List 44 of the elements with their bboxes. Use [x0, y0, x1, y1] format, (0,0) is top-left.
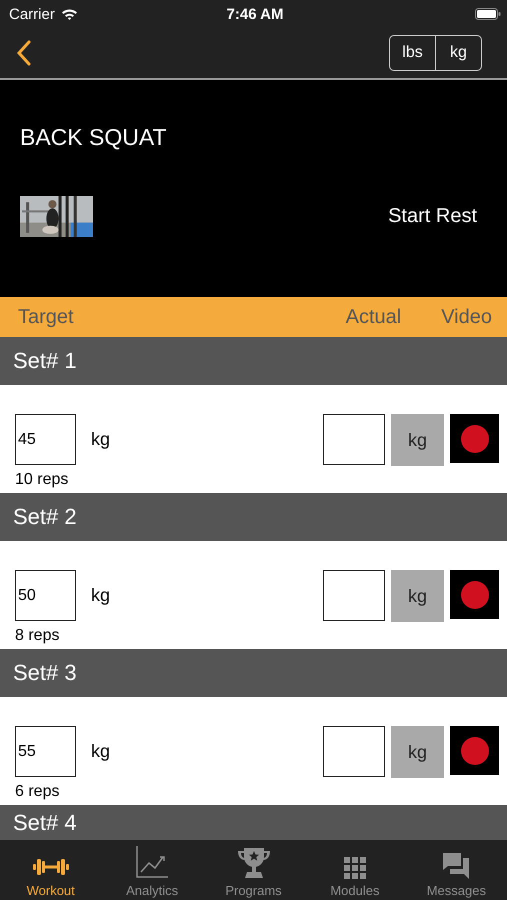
tab-item[interactable]: Analytics	[101, 840, 203, 900]
column-header: Actual	[346, 306, 402, 328]
unit-button[interactable]: kg	[391, 726, 444, 778]
exercise-title: BACK SQUAT	[20, 124, 168, 152]
record-button[interactable]	[450, 570, 499, 619]
line-chart-icon	[135, 845, 170, 879]
target-weight-field[interactable]: 55	[15, 726, 76, 777]
weight-unit: kg	[91, 741, 110, 762]
tab-item[interactable]: Messages	[406, 840, 507, 900]
wifi-icon	[60, 8, 78, 20]
column-header: Target	[18, 306, 74, 328]
trophy-icon	[236, 847, 272, 879]
unit-button[interactable]: kg	[391, 414, 444, 466]
battery-icon	[475, 8, 501, 20]
set-label: Set# 2	[13, 504, 77, 530]
reps-label: 8 reps	[15, 627, 60, 645]
carrier-name: Carrier	[9, 6, 55, 22]
weight-unit: kg	[91, 429, 110, 450]
weight-unit: kg	[91, 585, 110, 606]
set-label: Set# 3	[13, 660, 77, 686]
actual-weight-field[interactable]	[323, 570, 385, 621]
tab-item[interactable]: Workout	[0, 840, 102, 900]
unit-option[interactable]: kg	[435, 36, 481, 70]
set-label: Set# 1	[13, 348, 77, 374]
target-weight-field[interactable]: 50	[15, 570, 76, 621]
tab-item[interactable]: Modules	[304, 840, 406, 900]
unit-button[interactable]: kg	[391, 570, 444, 622]
column-header: Video	[441, 306, 492, 328]
target-weight-field[interactable]: 45	[15, 414, 76, 465]
actual-weight-field[interactable]	[323, 726, 385, 777]
back-icon[interactable]	[16, 40, 32, 66]
actual-weight-field[interactable]	[323, 414, 385, 465]
start-rest-button[interactable]: Start Rest	[388, 205, 477, 228]
record-button[interactable]	[450, 726, 499, 775]
grid-icon	[344, 857, 366, 879]
set-label: Set# 4	[13, 810, 77, 836]
reps-label: 6 reps	[15, 783, 60, 801]
status-time: 7:46 AM	[226, 6, 284, 22]
record-button[interactable]	[450, 414, 499, 463]
tab-item[interactable]: Programs	[202, 840, 304, 900]
chat-icon	[443, 853, 470, 879]
unit-option[interactable]: lbs	[390, 36, 435, 70]
unit-toggle[interactable]: lbs kg	[389, 35, 482, 71]
reps-label: 10 reps	[15, 471, 70, 489]
